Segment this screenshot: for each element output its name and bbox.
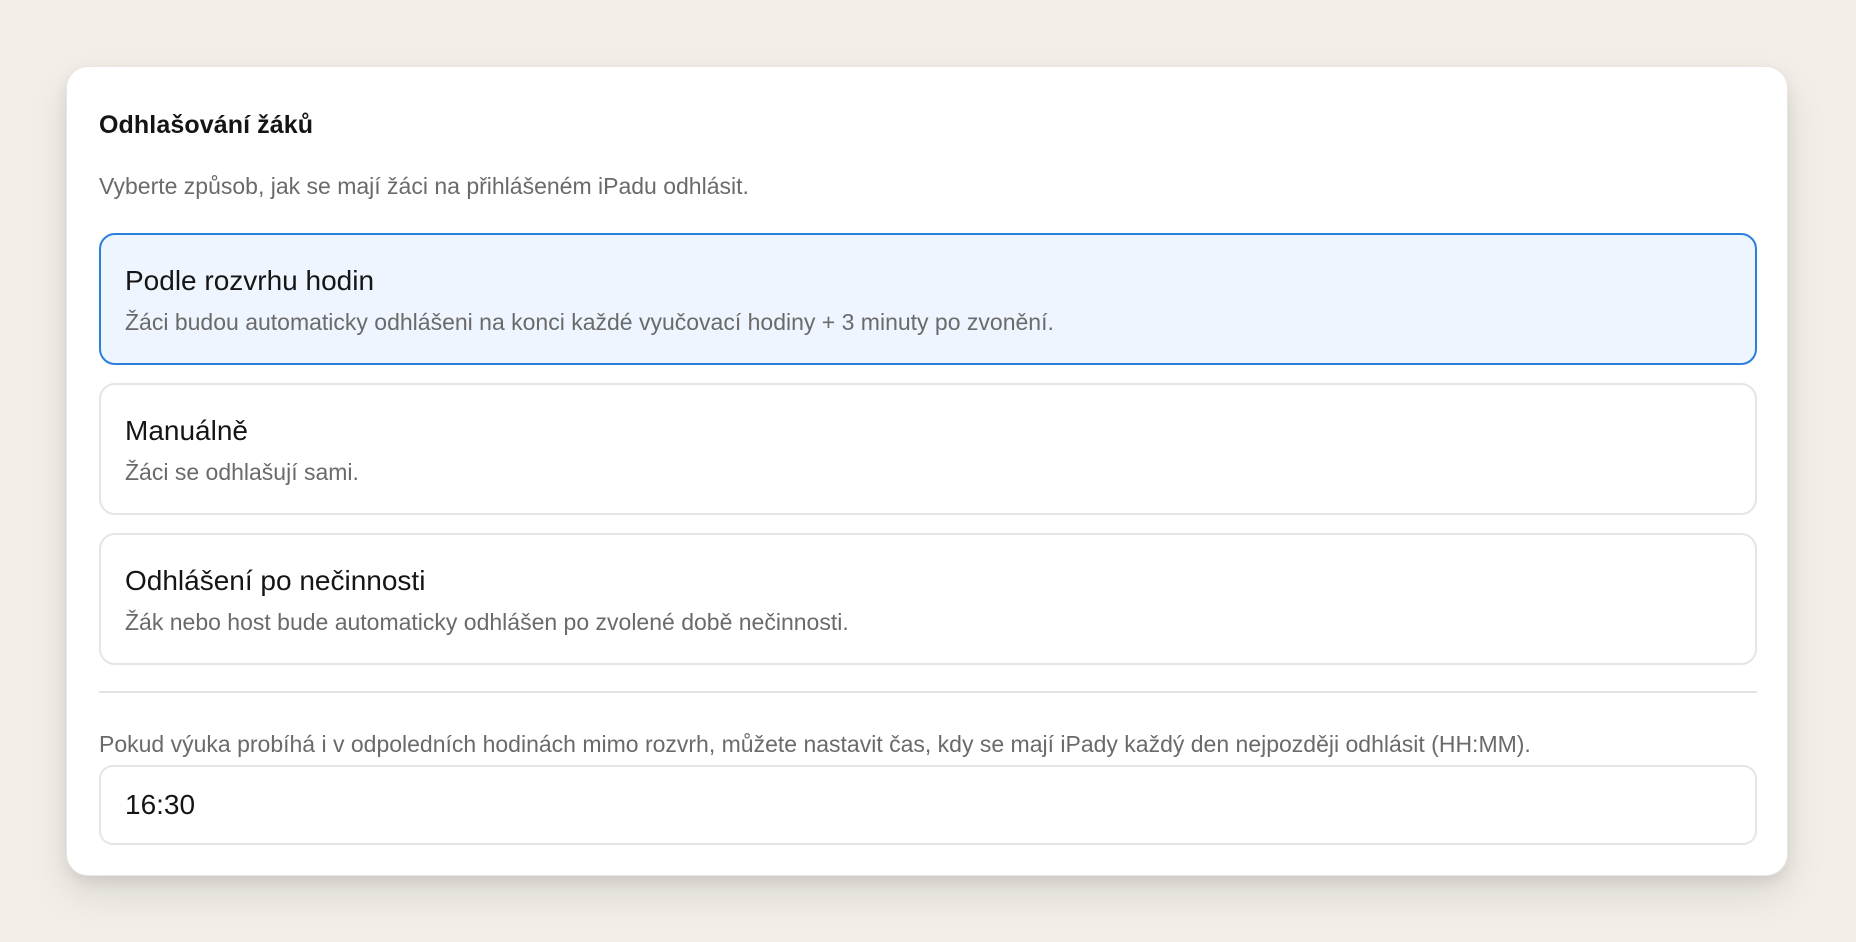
option-inactivity-title: Odhlášení po nečinnosti [125,565,426,596]
option-schedule-title: Podle rozvrhu hodin [125,265,375,296]
section-title: Odhlašování žáků [99,111,314,139]
divider [99,691,1757,693]
option-inactivity-description: Žák nebo host bude automaticky odhlášen … [125,609,849,635]
option-schedule-description: Žáci budou automaticky odhlášeni na konc… [125,309,1054,335]
option-manual-title: Manuálně [125,415,248,446]
latest-logout-time-input[interactable] [99,765,1757,845]
option-schedule[interactable]: Podle rozvrhu hodin Žáci budou automatic… [99,233,1757,365]
logout-settings-card: Odhlašování žáků Vyberte způsob, jak se … [66,66,1788,876]
section-subtitle: Vyberte způsob, jak se mají žáci na přih… [99,173,749,199]
option-inactivity[interactable]: Odhlášení po nečinnosti Žák nebo host bu… [99,533,1757,665]
latest-logout-note: Pokud výuka probíhá i v odpoledních hodi… [99,731,1531,757]
option-manual[interactable]: Manuálně Žáci se odhlašují sami. [99,383,1757,515]
option-manual-description: Žáci se odhlašují sami. [125,459,359,485]
